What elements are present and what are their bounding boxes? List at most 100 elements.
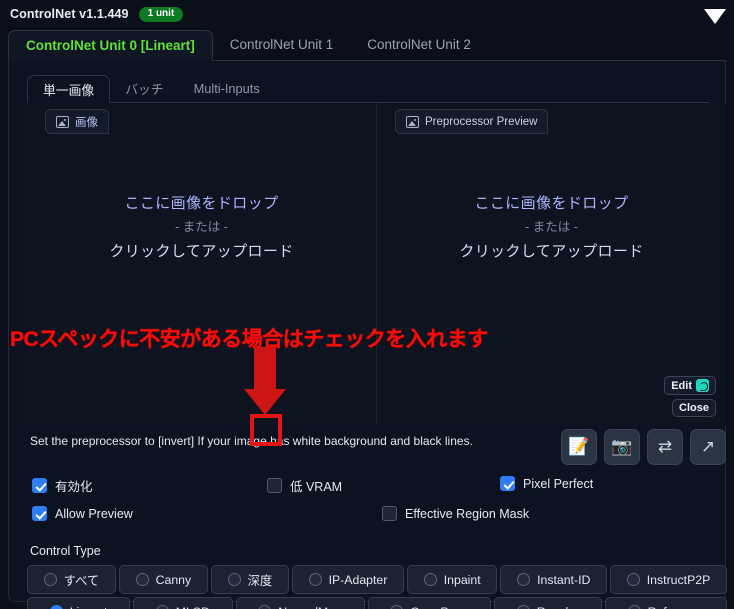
radio-icon <box>626 573 640 586</box>
preprocessor-preview-label: Preprocessor Preview <box>425 115 538 128</box>
swap-arrows-icon[interactable]: ⇄ <box>647 429 683 465</box>
control-type-grid: すべて Canny 深度 IP-Adapter Inpaint Instant-… <box>27 565 728 609</box>
edit-button-label: Edit <box>671 379 692 392</box>
image-tab-button[interactable]: 画像 <box>45 109 109 134</box>
control-type-mlsd[interactable]: MLSD <box>133 597 233 609</box>
tab-batch[interactable]: バッチ <box>110 74 178 102</box>
checkbox-row-1: 有効化 低 VRAM Pixel Perfect <box>27 476 726 506</box>
control-type-label-text: InstructP2P <box>646 572 711 587</box>
control-type-label-text: IP-Adapter <box>328 572 388 587</box>
drop-line-1: ここに画像をドロップ <box>474 195 629 212</box>
unit-panel: 単一画像 バッチ Multi-Inputs 画像 ここに画像をドロップ - また… <box>8 61 728 609</box>
radio-icon <box>423 573 437 586</box>
tab-controlnet-unit-1[interactable]: ControlNet Unit 1 <box>213 29 351 60</box>
control-type-label-text: Reference <box>648 605 705 609</box>
source-tab-bar: 単一画像 バッチ Multi-Inputs <box>27 75 709 103</box>
unit-count-badge: 1 unit <box>138 6 184 22</box>
accordion-header[interactable]: ControlNet v1.1.449 1 unit <box>0 0 734 28</box>
image-drop-area-wrapper: 画像 ここに画像をドロップ - または - クリックしてアップロード Prepr… <box>27 103 726 425</box>
close-button-label: Close <box>679 402 709 414</box>
preview-action-buttons: Edit Close <box>664 376 716 417</box>
control-type-normalmap[interactable]: NormalMap <box>235 597 365 609</box>
unit-tab-bar: ControlNet Unit 0 [Lineart] ControlNet U… <box>8 30 726 61</box>
checkbox-enable[interactable]: 有効化 <box>32 476 93 495</box>
checkbox-pixel-perfect-label: Pixel Perfect <box>523 476 594 491</box>
drop-line-2: - または - <box>525 220 578 235</box>
close-button[interactable]: Close <box>672 399 716 417</box>
control-type-label-text: すべて <box>63 573 100 588</box>
control-type-label-text: Recolor <box>537 605 579 609</box>
radio-icon <box>308 573 322 586</box>
preprocessor-preview-tab-button[interactable]: Preprocessor Preview <box>395 109 549 134</box>
radio-icon <box>627 605 641 609</box>
triangle-down-icon[interactable] <box>704 9 726 24</box>
control-type-canny[interactable]: Canny <box>118 565 208 594</box>
image-icon <box>406 115 419 128</box>
drop-line-1: ここに画像をドロップ <box>124 195 279 212</box>
image-icon <box>56 115 69 128</box>
swirl-icon <box>696 379 709 392</box>
radio-icon <box>135 573 149 586</box>
source-image-dropzone[interactable]: 画像 ここに画像をドロップ - または - クリックしてアップロード <box>27 103 377 425</box>
curve-arrow-icon[interactable]: ↗ <box>690 429 726 465</box>
control-type-instructp2p[interactable]: InstructP2P <box>610 565 728 594</box>
preview-drop-instructions[interactable]: ここに画像をドロップ - または - クリックしてアップロード <box>377 191 726 265</box>
control-type-inpaint[interactable]: Inpaint <box>407 565 498 594</box>
hint-row: Set the preprocessor to [invert] If your… <box>27 429 726 471</box>
checkbox-effective-region-mask[interactable]: Effective Region Mask <box>382 506 529 521</box>
control-type-lineart[interactable]: Lineart <box>27 597 131 609</box>
checkbox-effective-region-mask-label: Effective Region Mask <box>405 506 530 521</box>
image-tab-label: 画像 <box>75 116 98 129</box>
radio-icon <box>155 605 169 609</box>
checkbox-pixel-perfect-box[interactable] <box>500 476 515 491</box>
checkbox-enable-box[interactable] <box>32 478 47 493</box>
preprocessor-preview-dropzone[interactable]: Preprocessor Preview ここに画像をドロップ - または - … <box>377 103 726 425</box>
tab-single-image[interactable]: 単一画像 <box>27 75 111 103</box>
control-type-label-text: Inpaint <box>443 572 481 587</box>
checkbox-enable-label: 有効化 <box>55 480 93 494</box>
radio-icon <box>43 573 57 586</box>
drop-line-3: クリックしてアップロード <box>459 243 644 261</box>
control-type-instant-id[interactable]: Instant-ID <box>500 565 608 594</box>
radio-icon <box>227 573 241 586</box>
checkbox-allow-preview[interactable]: Allow Preview <box>32 506 133 521</box>
radio-icon <box>258 605 272 609</box>
control-type-label-text: 深度 <box>247 573 273 588</box>
checkbox-low-vram[interactable]: 低 VRAM <box>267 476 342 495</box>
control-type-all[interactable]: すべて <box>27 565 116 594</box>
checkbox-effective-region-mask-box[interactable] <box>382 506 397 521</box>
control-type-label-text: NormalMap <box>278 605 342 609</box>
radio-icon <box>49 605 63 609</box>
tab-controlnet-unit-2[interactable]: ControlNet Unit 2 <box>350 29 488 60</box>
control-type-label-text: Instant-ID <box>537 572 591 587</box>
control-type-label-text: Canny <box>155 572 192 587</box>
control-type-label: Control Type <box>30 544 101 558</box>
checkbox-pixel-perfect[interactable]: Pixel Perfect <box>500 476 593 491</box>
radio-icon <box>516 605 530 609</box>
tool-icon-bar: 📝 📷 ⇄ ↗ <box>561 429 726 465</box>
control-type-ip-adapter[interactable]: IP-Adapter <box>291 565 405 594</box>
radio-icon <box>390 605 404 609</box>
checkbox-row-2: Allow Preview Effective Region Mask <box>27 506 726 536</box>
checkbox-allow-preview-box[interactable] <box>32 506 47 521</box>
drop-line-2: - または - <box>175 220 228 235</box>
control-type-depth[interactable]: 深度 <box>210 565 289 594</box>
control-type-label-text: MLSD <box>176 605 210 609</box>
tab-multi-inputs[interactable]: Multi-Inputs <box>179 74 275 102</box>
preprocessor-hint-text: Set the preprocessor to [invert] If your… <box>30 434 473 448</box>
control-type-reference[interactable]: Reference <box>604 597 728 609</box>
control-type-label-text: Lineart <box>70 605 108 609</box>
checkbox-low-vram-label: 低 VRAM <box>290 480 343 494</box>
checkbox-low-vram-box[interactable] <box>267 478 282 493</box>
drop-line-3: クリックしてアップロード <box>109 243 294 261</box>
camera-icon[interactable]: 📷 <box>604 429 640 465</box>
source-drop-instructions[interactable]: ここに画像をドロップ - または - クリックしてアップロード <box>27 191 376 265</box>
edit-button[interactable]: Edit <box>664 376 716 395</box>
control-type-recolor[interactable]: Recolor <box>494 597 602 609</box>
notepad-pencil-icon[interactable]: 📝 <box>561 429 597 465</box>
controlnet-accordion: ControlNet v1.1.449 1 unit ControlNet Un… <box>0 0 734 609</box>
control-type-openpose[interactable]: OpenPose <box>367 597 492 609</box>
control-type-label-text: OpenPose <box>410 605 468 609</box>
tab-controlnet-unit-0[interactable]: ControlNet Unit 0 [Lineart] <box>8 30 213 61</box>
options-checkbox-area: 有効化 低 VRAM Pixel Perfect Allow Preview E… <box>27 476 726 536</box>
